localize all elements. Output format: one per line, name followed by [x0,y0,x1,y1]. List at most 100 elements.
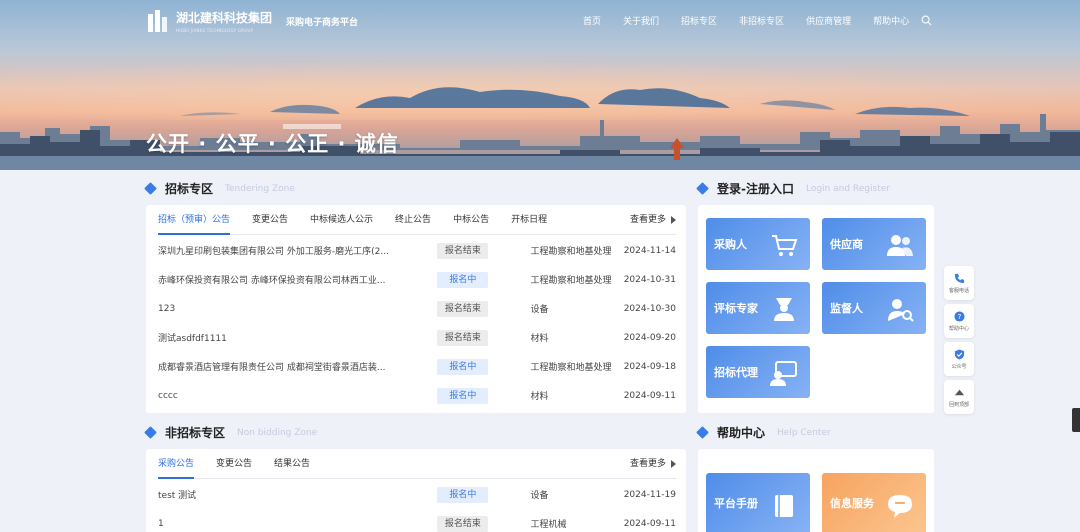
float-label: 公众号 [951,363,967,370]
supervisor-icon [888,299,914,322]
row-category: 工程勘察和地基处理 [530,247,612,257]
status-badge: 报名结束 [437,300,489,317]
float-phone[interactable]: 客服电话 [944,266,974,300]
nonbidding-more-link[interactable]: 查看更多 [630,449,676,479]
nav-about[interactable]: 关于我们 [623,14,659,27]
tab-termination[interactable]: 终止公告 [395,205,431,235]
nav-home[interactable]: 首页 [583,14,601,27]
tile-label: 监督人 [830,302,863,315]
purchaser-login-tile[interactable]: 采购人 [706,218,810,270]
tab-award[interactable]: 中标公告 [453,205,489,235]
row-category: 设备 [530,491,549,501]
side-edge-handle[interactable] [1072,408,1080,432]
tab-procurement-notice[interactable]: 采购公告 [158,449,195,479]
diamond-icon [696,182,709,195]
tendering-tabs: 招标（预审）公告 变更公告 中标候选人公示 终止公告 中标公告 开标日程 查看更… [158,205,676,235]
row-date: 2024-11-19 [623,489,677,500]
row-date: 2024-09-11 [623,518,677,529]
table-row[interactable]: test 测试 报名中 设备 2024-11-19 [158,480,676,509]
login-panel: 采购人 供应商 评标专家 监督人 招标代理 [698,205,934,413]
row-category: 设备 [530,305,549,315]
tendering-more-link[interactable]: 查看更多 [630,205,676,235]
row-date: 2024-09-18 [623,361,677,372]
users-icon [887,235,913,256]
tile-label: 评标专家 [714,302,758,315]
row-date: 2024-09-11 [623,390,677,401]
row-category: 工程勘察和地基处理 [530,363,612,373]
float-back-top[interactable]: 回到顶部 [944,380,974,414]
manual-tile[interactable]: 平台手册 [706,473,810,532]
nav-nonbidding[interactable]: 非招标专区 [739,14,784,27]
row-title[interactable]: cccc [158,391,437,401]
row-title[interactable]: 测试asdfdf1111 [158,331,437,344]
row-title[interactable]: test 测试 [158,488,437,501]
tab-tender-notice[interactable]: 招标（预审）公告 [158,205,231,235]
expert-icon [774,298,794,321]
nonbidding-tabs: 采购公告 变更公告 结果公告 查看更多 [158,449,676,479]
shield-check-icon [954,348,964,360]
table-row[interactable]: 测试asdfdf1111 报名结束 材料 2024-09-20 [158,323,676,352]
row-title[interactable]: 成都睿景酒店管理有限责任公司 成都祠堂街睿景酒店装... [158,360,437,373]
table-row[interactable]: 赤峰环保投资有限公司 赤峰环保投资有限公司林西工业... 报名中 工程勘察和地基… [158,265,676,294]
status-badge: 报名中 [437,387,489,404]
help-title: 帮助中心 [717,426,766,440]
agent-icon [770,361,797,386]
nav-supplier[interactable]: 供应商管理 [806,14,851,27]
brand-logo[interactable]: 湖北建科科技集团 HUBEI JIANKE TECHNOLOGY GROUP 采… [146,8,358,34]
nonbidding-panel: 采购公告 变更公告 结果公告 查看更多 test 测试 报名中 设备 2024-… [146,449,686,532]
tab-candidate[interactable]: 中标候选人公示 [310,205,373,235]
tab-change-notice[interactable]: 变更公告 [252,205,288,235]
row-date: 2024-11-14 [623,245,677,256]
tendering-title-en: Tendering Zone [225,183,295,194]
banner-slogan: 公开 · 公平 · 公正 · 诚信 [146,132,399,156]
tendering-header: 招标专区 Tendering Zone [144,180,295,197]
tab-schedule[interactable]: 开标日程 [511,205,547,235]
status-badge: 报名中 [437,271,489,288]
login-title-en: Login and Register [805,183,890,194]
diamond-icon [144,426,157,439]
top-nav: 首页 关于我们 招标专区 非招标专区 供应商管理 帮助中心 [583,14,932,27]
login-title: 登录-注册入口 [717,182,794,196]
expert-login-tile[interactable]: 评标专家 [706,282,810,334]
table-row[interactable]: 123 报名结束 设备 2024-10-30 [158,294,676,323]
row-title[interactable]: 1 [158,519,437,529]
phone-icon [954,273,964,283]
logo-cn-text: 湖北建科科技集团 [176,11,273,25]
status-badge: 报名中 [437,358,489,375]
cart-icon [772,235,798,256]
supplier-login-tile[interactable]: 供应商 [822,218,926,270]
agent-login-tile[interactable]: 招标代理 [706,346,810,398]
tab-result-notice[interactable]: 结果公告 [274,449,310,479]
table-row[interactable]: 成都睿景酒店管理有限责任公司 成都祠堂街睿景酒店装... 报名中 工程勘察和地基… [158,352,676,381]
table-row[interactable]: 深圳九星印刷包装集团有限公司 外加工服务-磨光工序(2... 报名结束 工程勘察… [158,236,676,265]
float-label: 客服电话 [948,287,969,294]
status-badge: 报名结束 [437,515,489,532]
table-row[interactable]: cccc 报名中 材料 2024-09-11 [158,381,676,410]
help-panel: 平台手册 信息服务 [698,449,934,532]
float-wechat[interactable]: 公众号 [944,342,974,376]
tile-label: 采购人 [714,238,747,251]
row-date: 2024-10-31 [623,274,677,285]
status-badge: 报名结束 [437,242,489,259]
nav-help[interactable]: 帮助中心 [873,14,909,27]
supervisor-login-tile[interactable]: 监督人 [822,282,926,334]
diamond-icon [144,182,157,195]
row-category: 材料 [530,334,549,344]
row-title[interactable]: 赤峰环保投资有限公司 赤峰环保投资有限公司林西工业... [158,273,437,286]
tile-label: 招标代理 [714,366,758,379]
info-service-tile[interactable]: 信息服务 [822,473,926,532]
status-badge: 报名结束 [437,329,489,346]
chat-bubble-icon [888,495,912,518]
float-help[interactable]: ? 帮助中心 [944,304,974,338]
tab-change-notice[interactable]: 变更公告 [216,449,252,479]
float-label: 帮助中心 [948,325,969,332]
row-category: 工程机械 [530,520,567,530]
table-row[interactable]: 1 报名结束 工程机械 2024-09-11 [158,509,676,532]
row-category: 材料 [530,392,549,402]
row-title[interactable]: 123 [158,304,437,314]
nav-tendering[interactable]: 招标专区 [681,14,717,27]
more-label: 查看更多 [629,215,666,225]
tendering-panel: 招标（预审）公告 变更公告 中标候选人公示 终止公告 中标公告 开标日程 查看更… [146,205,686,413]
row-title[interactable]: 深圳九星印刷包装集团有限公司 外加工服务-磨光工序(2... [158,244,437,257]
search-icon[interactable] [921,15,932,26]
